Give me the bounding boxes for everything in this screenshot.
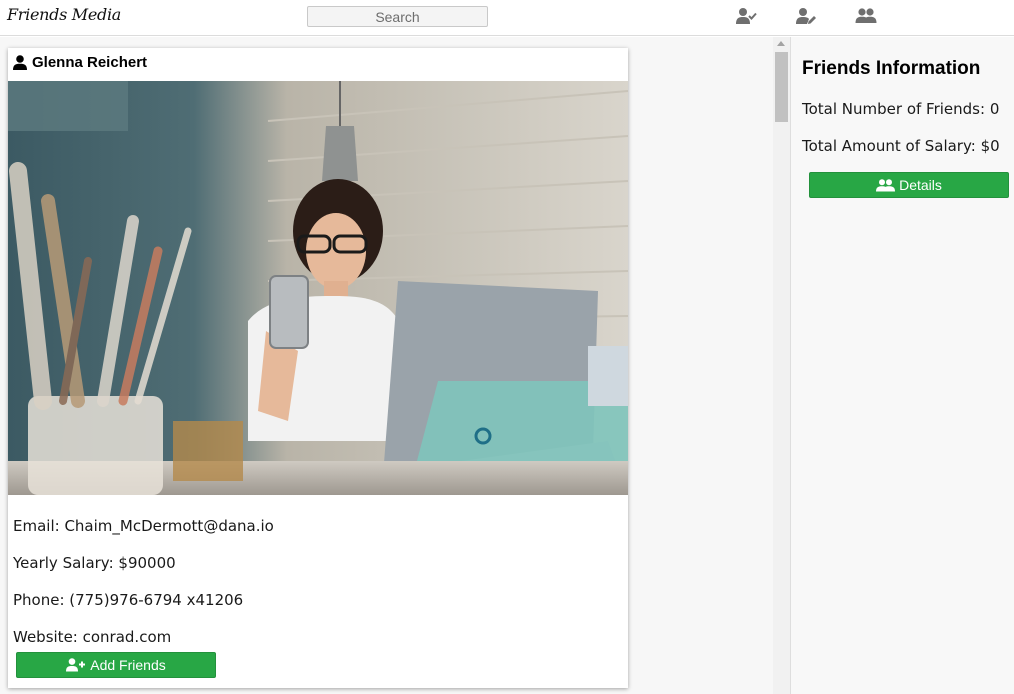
scroll-up-arrow-icon[interactable] xyxy=(777,41,785,46)
user-edit-icon[interactable] xyxy=(795,7,817,25)
user-icon xyxy=(13,54,27,70)
friend-salary: Yearly Salary: $90000 xyxy=(13,554,176,572)
friend-card: Glenna Reichert Email: Chaim_McDermott@d… xyxy=(8,48,628,688)
users-icon[interactable] xyxy=(855,7,877,25)
search-input[interactable] xyxy=(307,6,488,27)
feed-scrollbar[interactable] xyxy=(773,37,790,694)
panel-title: Friends Information xyxy=(802,58,981,79)
details-label: Details xyxy=(899,177,942,193)
friends-info-panel: Friends Information Total Number of Frie… xyxy=(790,37,1014,694)
friend-photo xyxy=(8,81,628,495)
brand-logo[interactable]: Friends Media xyxy=(7,5,121,24)
user-plus-icon xyxy=(66,658,86,672)
scroll-thumb[interactable] xyxy=(775,52,788,122)
total-salary-amount: Total Amount of Salary: $0 xyxy=(802,137,1000,155)
users-icon xyxy=(876,178,896,192)
top-navbar: Friends Media xyxy=(0,0,1014,36)
add-friends-label: Add Friends xyxy=(90,657,166,673)
total-friends-count: Total Number of Friends: 0 xyxy=(802,100,1000,118)
details-button[interactable]: Details xyxy=(809,172,1009,198)
friends-feed: Glenna Reichert Email: Chaim_McDermott@d… xyxy=(0,37,773,694)
friend-email: Email: Chaim_McDermott@dana.io xyxy=(13,517,274,535)
friend-name: Glenna Reichert xyxy=(32,53,148,71)
card-header: Glenna Reichert xyxy=(13,51,147,73)
friend-phone: Phone: (775)976-6794 x41206 xyxy=(13,591,244,609)
friend-website: Website: conrad.com xyxy=(13,628,172,646)
add-friends-button[interactable]: Add Friends xyxy=(16,652,216,678)
user-check-icon[interactable] xyxy=(735,7,757,25)
